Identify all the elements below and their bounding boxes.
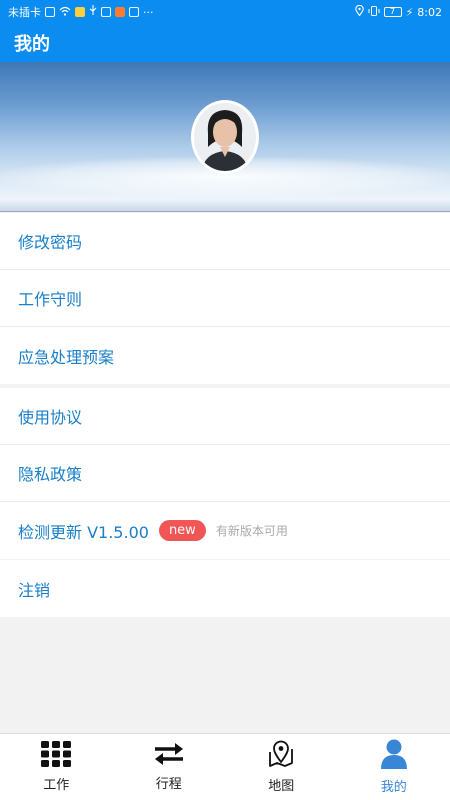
- user-agreement-item[interactable]: 使用协议: [0, 388, 450, 445]
- battery-icon: 7: [383, 7, 402, 17]
- swap-arrows-icon: [154, 742, 184, 770]
- app-notification-icon: [75, 7, 85, 17]
- charging-icon: ⚡: [405, 5, 414, 19]
- menu-item-label: 修改密码: [18, 233, 83, 252]
- tab-label: 行程: [155, 777, 182, 792]
- menu-group-about: 使用协议 隐私政策 检测更新 V1.5.00 new 有新版本可用: [0, 388, 450, 559]
- more-notifications-icon: ···: [143, 5, 154, 19]
- grid-icon: [41, 741, 72, 771]
- menu-item-label: 注销: [18, 580, 51, 600]
- tab-label: 我的: [380, 780, 407, 795]
- clock-text: 8:02: [417, 5, 442, 19]
- tab-label: 工作: [43, 778, 70, 793]
- wifi-icon: [59, 6, 71, 19]
- menu-item-label: 应急处理预案: [18, 347, 115, 367]
- person-icon: [380, 739, 408, 773]
- tab-work[interactable]: 工作: [0, 734, 113, 800]
- tab-trips[interactable]: 行程: [113, 734, 226, 800]
- app-bar: 我的: [0, 24, 450, 62]
- carrier-text: 未插卡: [8, 6, 41, 19]
- sim-icon: [45, 7, 55, 17]
- map-pin-icon: [268, 740, 294, 772]
- work-rules-item[interactable]: 工作守则: [0, 270, 450, 327]
- logout-item[interactable]: 注销: [0, 560, 450, 617]
- app-notification-icon: [101, 7, 111, 17]
- page-title: 我的: [14, 34, 50, 55]
- check-update-item[interactable]: 检测更新 V1.5.00 new 有新版本可用: [0, 502, 450, 559]
- menu-item-label: 隐私政策: [18, 465, 83, 484]
- menu-item-label: 工作守则: [18, 290, 83, 309]
- app-notification-icon: [115, 7, 125, 17]
- menu-item-label: 检测更新 V1.5.00: [18, 522, 149, 542]
- status-bar: 未插卡 ··· 7 ⚡ 8:02: [0, 0, 450, 24]
- bottom-tab-bar: 工作 行程 地图 我的: [0, 733, 450, 800]
- privacy-policy-item[interactable]: 隐私政策: [0, 445, 450, 502]
- menu-group-logout: 注销: [0, 560, 450, 617]
- update-hint: 有新版本可用: [215, 524, 288, 538]
- avatar[interactable]: [191, 100, 259, 174]
- location-icon: [354, 4, 364, 19]
- change-password-item[interactable]: 修改密码: [0, 213, 450, 270]
- menu-item-label: 使用协议: [18, 408, 83, 427]
- menu-group-account: 修改密码 工作守则 应急处理预案: [0, 213, 450, 384]
- tab-map[interactable]: 地图: [225, 734, 338, 800]
- app-notification-icon: [129, 7, 139, 17]
- usb-icon: [89, 5, 97, 19]
- vibrate-icon: [368, 5, 380, 19]
- new-badge: new: [158, 520, 206, 541]
- emergency-plan-item[interactable]: 应急处理预案: [0, 327, 450, 384]
- tab-me[interactable]: 我的: [338, 734, 450, 800]
- tab-label: 地图: [268, 779, 295, 794]
